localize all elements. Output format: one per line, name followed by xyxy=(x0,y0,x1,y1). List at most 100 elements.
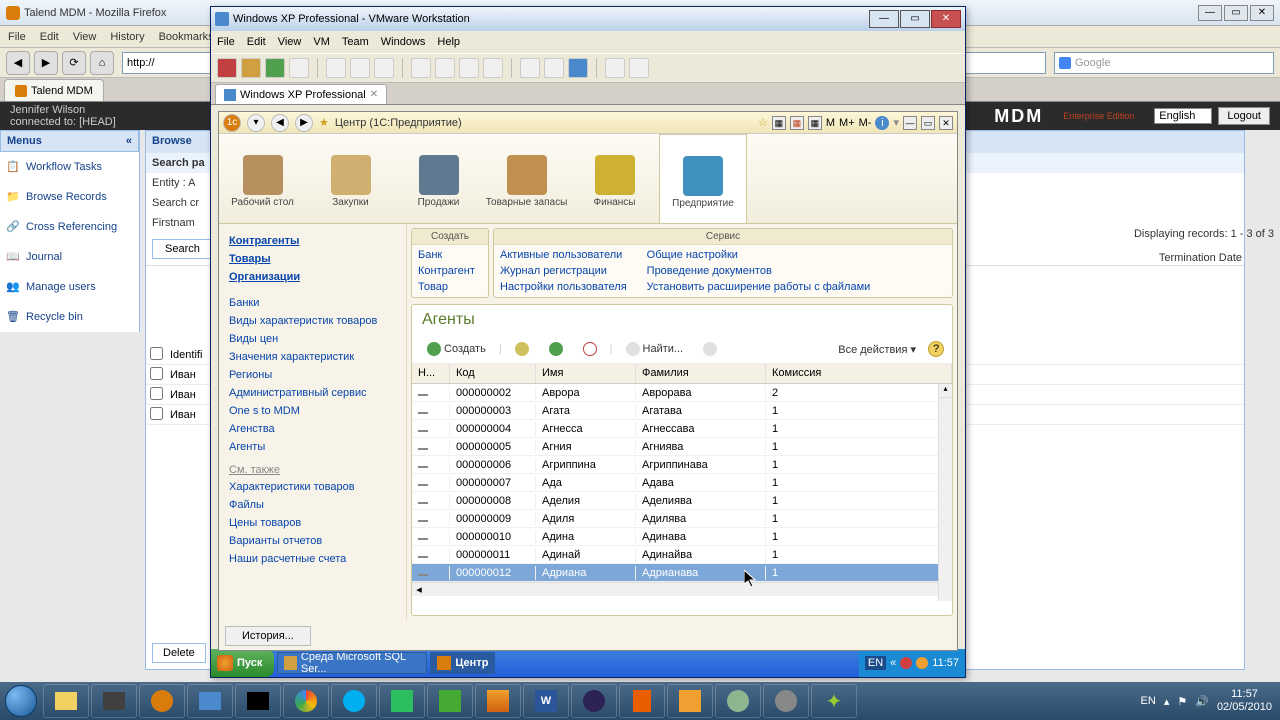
w7-task-firefox[interactable] xyxy=(139,684,185,718)
col-n[interactable]: Н... xyxy=(412,364,450,383)
row-checkbox[interactable] xyxy=(146,347,166,363)
table-row[interactable]: 000000002АврораАврорава2 xyxy=(412,384,952,402)
service-link[interactable]: Общие настройки xyxy=(647,247,871,263)
create-link[interactable]: Контрагент xyxy=(418,263,482,279)
seealso-link[interactable]: Характеристики товаров xyxy=(229,478,396,496)
xp-task-centre[interactable]: Центр xyxy=(430,652,495,674)
delete-button[interactable]: Delete xyxy=(152,643,206,663)
table-row[interactable]: 000000009АдиляАдилява1 xyxy=(412,510,952,528)
vm-pause-button[interactable] xyxy=(241,58,261,78)
w7-task-gear[interactable] xyxy=(763,684,809,718)
side-link[interactable]: Регионы xyxy=(229,366,396,384)
table-row[interactable]: 000000012АдрианаАдрианава1 xyxy=(412,564,952,582)
xp-tray-icon1[interactable]: « xyxy=(890,657,896,669)
vm-menu-vm[interactable]: VM xyxy=(313,36,330,48)
w7-flag-icon[interactable]: ⚑ xyxy=(1177,695,1187,708)
col-name[interactable]: Имя xyxy=(536,364,636,383)
vm-tab-close[interactable]: ✕ xyxy=(370,89,378,100)
reload-button[interactable]: ⟳ xyxy=(62,51,86,75)
vm-tools1-button[interactable] xyxy=(605,58,625,78)
vm-revert-button[interactable] xyxy=(350,58,370,78)
1c-dropdown[interactable]: ▾ xyxy=(247,114,265,132)
vm-menu-windows[interactable]: Windows xyxy=(381,36,426,48)
w7-task-word[interactable]: W xyxy=(523,684,569,718)
minimize-button[interactable]: — xyxy=(1198,5,1222,21)
help-icon[interactable]: ? xyxy=(928,341,944,357)
back-button[interactable]: ◀ xyxy=(6,51,30,75)
side-link[interactable]: Агенства xyxy=(229,420,396,438)
seealso-link[interactable]: Варианты отчетов xyxy=(229,532,396,550)
xp-start-button[interactable]: Пуск xyxy=(211,649,274,677)
1c-m-minus[interactable]: M- xyxy=(859,117,872,129)
copy-button[interactable] xyxy=(508,339,536,359)
menu-file[interactable]: File xyxy=(8,31,26,43)
delete-row-button[interactable] xyxy=(576,339,604,359)
1c-tool2[interactable]: ▦ xyxy=(790,116,804,130)
vm-reset-button[interactable] xyxy=(289,58,309,78)
w7-task-vlc[interactable] xyxy=(619,684,665,718)
vm-view2-button[interactable] xyxy=(435,58,455,78)
side-main-link[interactable]: Товары xyxy=(229,250,396,268)
ribbon-0[interactable]: Рабочий стол xyxy=(219,134,307,223)
w7-tray-up[interactable]: ▴ xyxy=(1164,695,1170,708)
all-actions-button[interactable]: Все действия ▾ xyxy=(838,343,916,356)
xp-tray-icon3[interactable] xyxy=(916,657,928,669)
w7-task-eclipse[interactable] xyxy=(571,684,617,718)
w7-lang[interactable]: EN xyxy=(1141,695,1156,707)
vm-play-button[interactable] xyxy=(265,58,285,78)
vm-view3-button[interactable] xyxy=(459,58,479,78)
vm-menu-team[interactable]: Team xyxy=(342,36,369,48)
row-checkbox[interactable] xyxy=(146,367,166,383)
w7-task-paint[interactable] xyxy=(475,684,521,718)
w7-task-vmware[interactable] xyxy=(187,684,233,718)
search-box[interactable]: Google xyxy=(1054,52,1274,74)
service-link[interactable]: Проведение документов xyxy=(647,263,871,279)
1c-forward[interactable]: ▶ xyxy=(295,114,313,132)
table-row[interactable]: 000000006АгриппинаАгриппинава1 xyxy=(412,456,952,474)
menu-bookmarks[interactable]: Bookmarks xyxy=(159,31,214,43)
1c-info-icon[interactable]: i xyxy=(875,116,889,130)
collapse-icon[interactable]: « xyxy=(126,135,132,147)
row-checkbox[interactable] xyxy=(146,407,166,423)
vm-close[interactable]: ✕ xyxy=(931,10,961,28)
w7-volume-icon[interactable]: 🔊 xyxy=(1195,695,1209,708)
vm-maximize[interactable]: ▭ xyxy=(900,10,930,28)
ribbon-5[interactable]: Предприятие xyxy=(659,134,747,223)
service-link[interactable]: Журнал регистрации xyxy=(500,263,627,279)
create-button[interactable]: Создать xyxy=(420,339,493,359)
side-link[interactable]: Административный сервис xyxy=(229,384,396,402)
sidebar-item-cross-referencing[interactable]: 🔗Cross Referencing xyxy=(0,212,139,242)
side-link[interactable]: One s to MDM xyxy=(229,402,396,420)
ribbon-1[interactable]: Закупки xyxy=(307,134,395,223)
menu-edit[interactable]: Edit xyxy=(40,31,59,43)
create-link[interactable]: Банк xyxy=(418,247,482,263)
home-button[interactable]: ⌂ xyxy=(90,51,114,75)
vm-menu-edit[interactable]: Edit xyxy=(247,36,266,48)
seealso-link[interactable]: Файлы xyxy=(229,496,396,514)
win7-start-button[interactable] xyxy=(0,682,42,720)
w7-task-skype[interactable] xyxy=(331,684,377,718)
xp-task-sql[interactable]: Среда Microsoft SQL Ser... xyxy=(277,652,427,674)
service-link[interactable]: Настройки пользователя xyxy=(500,279,627,295)
1c-minimize[interactable]: — xyxy=(903,116,917,130)
col-surname[interactable]: Фамилия xyxy=(636,364,766,383)
vm-tools2-button[interactable] xyxy=(629,58,649,78)
create-link[interactable]: Товар xyxy=(418,279,482,295)
w7-task-chrome[interactable] xyxy=(283,684,329,718)
1c-fav-icon[interactable]: ☆ xyxy=(758,116,768,129)
vm-manage-button[interactable] xyxy=(374,58,394,78)
table-row[interactable]: 000000004АгнессаАгнессава1 xyxy=(412,420,952,438)
table-row[interactable]: 000000011АдинайАдинайва1 xyxy=(412,546,952,564)
seealso-link[interactable]: Цены товаров xyxy=(229,514,396,532)
xp-tray-icon2[interactable] xyxy=(900,657,912,669)
vertical-scrollbar[interactable]: ▴ xyxy=(938,384,952,601)
w7-task-evernote[interactable] xyxy=(379,684,425,718)
maximize-button[interactable]: ▭ xyxy=(1224,5,1248,21)
vm-tab-xp[interactable]: Windows XP Professional ✕ xyxy=(215,84,387,104)
sidebar-item-manage-users[interactable]: 👥Manage users xyxy=(0,272,139,302)
sidebar-item-browse-records[interactable]: 📁Browse Records xyxy=(0,182,139,212)
side-link[interactable]: Виды цен xyxy=(229,330,396,348)
vm-stop-button[interactable] xyxy=(217,58,237,78)
find-button[interactable]: Найти... xyxy=(619,339,691,359)
edit-button[interactable] xyxy=(542,339,570,359)
